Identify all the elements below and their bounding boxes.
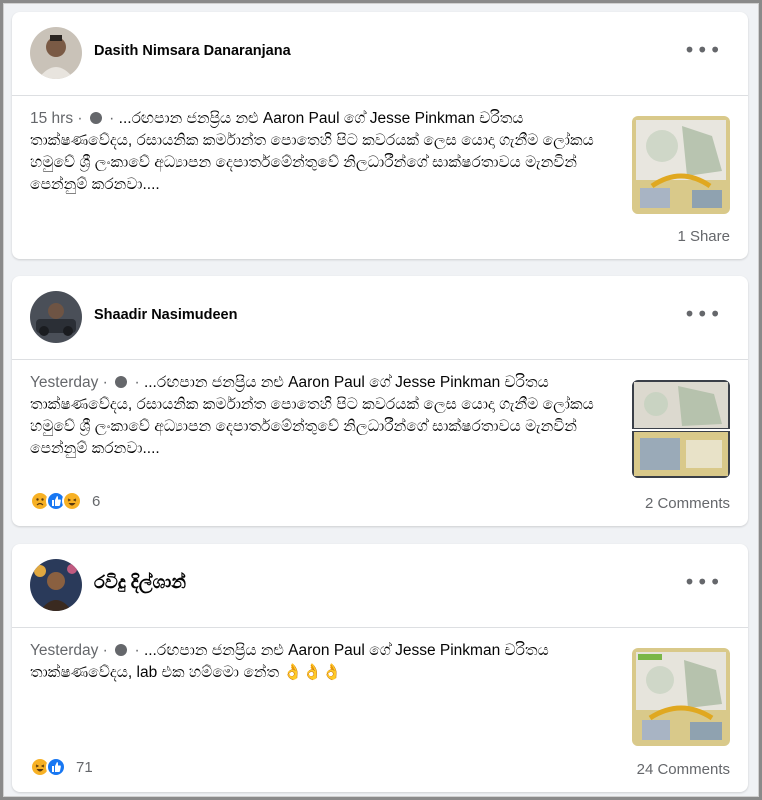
shares-count[interactable]: 1 Share <box>677 228 730 245</box>
post-body: ...රඟපාන ජනප්‍රිය නළු Aaron Paul ගේ Jess… <box>30 374 594 457</box>
feed: Dasith Nimsara Danaranjana ••• 15 hrs · … <box>3 3 759 797</box>
comments-count[interactable]: 2 Comments <box>645 495 730 512</box>
avatar[interactable] <box>30 291 82 343</box>
post-card: Dasith Nimsara Danaranjana ••• 15 hrs · … <box>12 12 748 259</box>
author-name[interactable]: Dasith Nimsara Danaranjana <box>94 43 291 59</box>
reaction-count: 6 <box>92 492 101 510</box>
separator: · <box>98 642 113 659</box>
reactions-summary[interactable]: 71 <box>30 756 93 778</box>
avatar[interactable] <box>30 27 82 79</box>
more-options-icon[interactable]: ••• <box>684 304 722 324</box>
haha-reaction-icon <box>62 491 82 511</box>
post-header: Dasith Nimsara Danaranjana ••• <box>12 12 748 96</box>
post-card: Shaadir Nasimudeen ••• Yesterday · · ...… <box>12 276 748 526</box>
post-thumbnail[interactable] <box>632 380 730 478</box>
post-time[interactable]: 15 hrs <box>30 110 73 127</box>
separator: · <box>98 374 113 391</box>
post-header: රවිදු දිල්ශාන් ••• <box>12 544 748 628</box>
avatar[interactable] <box>30 559 82 611</box>
post-thumbnail[interactable] <box>632 116 730 214</box>
reactions-summary[interactable]: 6 <box>30 490 100 512</box>
post-text: Yesterday · · ...රඟපාන ජනප්‍රිය නළු Aaro… <box>30 640 612 684</box>
post-text: Yesterday · · ...රඟපාන ජනප්‍රිය නළු Aaro… <box>30 372 612 460</box>
reaction-count: 71 <box>76 758 93 776</box>
separator: · <box>130 642 144 659</box>
comments-count[interactable]: 24 Comments <box>637 761 730 778</box>
post-header: Shaadir Nasimudeen ••• <box>12 276 748 360</box>
author-name[interactable]: රවිදු දිල්ශාන් <box>94 572 186 593</box>
like-reaction-icon <box>46 757 66 777</box>
globe-icon <box>89 112 102 124</box>
author-name[interactable]: Shaadir Nasimudeen <box>94 307 237 323</box>
post-time[interactable]: Yesterday <box>30 374 98 391</box>
more-options-icon[interactable]: ••• <box>684 572 722 592</box>
separator: · <box>130 374 144 391</box>
separator: · <box>104 110 119 127</box>
post-time[interactable]: Yesterday <box>30 642 98 659</box>
post-text: 15 hrs · · ...රඟපාන ජනප්‍රිය නළු Aaron P… <box>30 108 612 196</box>
separator: · <box>73 110 87 127</box>
post-card: රවිදු දිල්ශාන් ••• Yesterday · · ...රඟපා… <box>12 544 748 792</box>
globe-icon <box>115 644 128 656</box>
more-options-icon[interactable]: ••• <box>684 40 722 60</box>
post-thumbnail[interactable] <box>632 648 730 746</box>
globe-icon <box>115 376 128 388</box>
